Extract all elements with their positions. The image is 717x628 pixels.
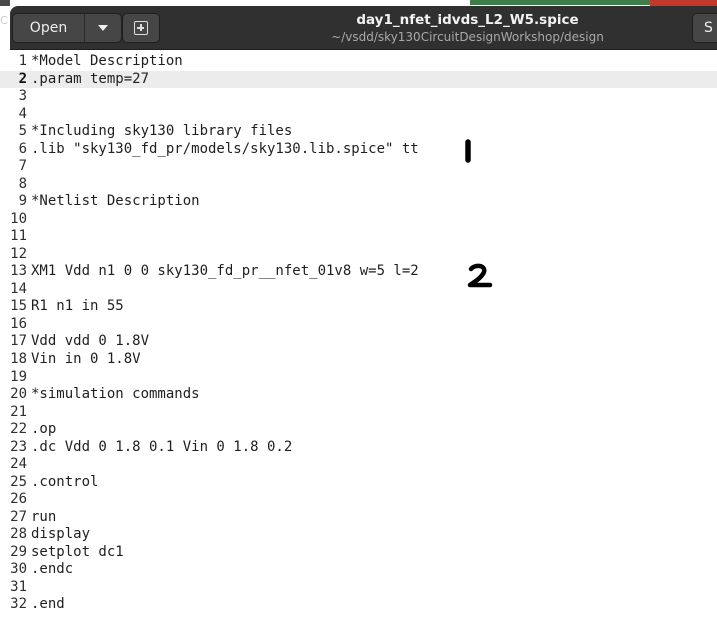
code-line[interactable]: 5 *Including sky130 library files <box>0 123 717 141</box>
background-window-text: C <box>0 14 8 27</box>
line-number: 7 <box>18 158 27 175</box>
code-line[interactable]: 23 .dc Vdd 0 1.8 0.1 Vin 0 1.8 0.2 <box>0 439 717 457</box>
code-text[interactable]: .dc Vdd 0 1.8 0.1 Vin 0 1.8 0.2 <box>31 439 292 457</box>
header-bar: Open day1_nfet_idvds_L2_W5.spice ~/vsdd/… <box>10 6 717 50</box>
line-number: 22 <box>10 421 27 438</box>
code-text[interactable]: .param temp=27 <box>31 71 149 89</box>
code-text[interactable]: .endc <box>31 561 73 579</box>
code-text[interactable]: *simulation commands <box>31 386 200 404</box>
line-number: 27 <box>10 508 27 525</box>
code-line[interactable]: 6 .lib "sky130_fd_pr/models/sky130.lib.sp… <box>0 141 717 159</box>
code-text[interactable]: *Netlist Description <box>31 193 200 211</box>
chevron-down-icon <box>98 25 108 31</box>
line-number: 31 <box>10 578 27 595</box>
code-line[interactable]: 11 <box>0 228 717 246</box>
line-number: 18 <box>10 351 27 367</box>
line-number: 10 <box>10 210 27 227</box>
line-number: 25 <box>10 473 27 490</box>
line-number: 11 <box>10 228 27 245</box>
code-line[interactable]: 8 <box>0 176 717 194</box>
code-line[interactable]: 21 <box>0 404 717 422</box>
line-number: 15 <box>10 298 27 315</box>
code-text[interactable]: .control <box>31 474 98 492</box>
code-line[interactable]: 2 .param temp=27 <box>0 70 717 89</box>
line-number: 6 <box>18 140 27 157</box>
code-line[interactable]: 19 <box>0 369 717 387</box>
code-line[interactable]: 22 .op <box>0 421 717 439</box>
line-number: 2 <box>18 70 27 87</box>
line-number: 30 <box>10 561 27 578</box>
new-tab-icon <box>134 21 148 35</box>
new-tab-button[interactable] <box>122 13 160 43</box>
background-window-edge <box>470 0 650 5</box>
line-number: 16 <box>10 315 27 332</box>
code-line[interactable]: 29 setplot dc1 <box>0 544 717 562</box>
open-recent-dropdown-button[interactable] <box>84 13 122 43</box>
window-subtitle: ~/vsdd/sky130CircuitDesignWorkshop/desig… <box>331 30 604 44</box>
code-text[interactable]: *Model Description <box>31 53 183 71</box>
code-line[interactable]: 31 <box>0 579 717 597</box>
window-title: day1_nfet_idvds_L2_W5.spice <box>356 12 579 28</box>
code-line[interactable]: 30 .endc <box>0 561 717 579</box>
code-line[interactable]: 1 *Model Description <box>0 53 717 71</box>
line-number: 4 <box>18 105 27 122</box>
annotation-stroke-2 <box>467 263 493 288</box>
code-text[interactable]: .end <box>31 596 65 614</box>
line-number: 3 <box>18 88 27 105</box>
line-number: 29 <box>10 543 27 560</box>
line-number: 23 <box>10 438 27 455</box>
code-line[interactable]: 3 <box>0 88 717 106</box>
code-text[interactable]: setplot dc1 <box>31 544 124 562</box>
line-number: 20 <box>10 386 27 403</box>
code-text[interactable]: R1 n1 in 55 <box>31 298 124 316</box>
code-text[interactable]: .lib "sky130_fd_pr/models/sky130.lib.spi… <box>31 141 419 159</box>
code-text[interactable]: run <box>31 509 56 527</box>
line-number: 24 <box>10 456 27 473</box>
code-line[interactable]: 9 *Netlist Description <box>0 193 717 211</box>
background-window-edge <box>0 0 10 6</box>
window-title-block: day1_nfet_idvds_L2_W5.spice ~/vsdd/sky13… <box>270 11 665 45</box>
code-text[interactable]: display <box>31 526 90 544</box>
code-line[interactable]: 13 XM1 Vdd n1 0 0 sky130_fd_pr__nfet_01v8… <box>0 263 717 281</box>
code-line[interactable]: 24 <box>0 456 717 474</box>
annotation-mark-1: 1 <box>465 139 471 163</box>
code-line[interactable]: 20 *simulation commands <box>0 386 717 404</box>
code-text[interactable]: Vin in 0 1.8V <box>31 351 141 369</box>
save-button[interactable]: S <box>692 13 717 43</box>
line-number: 28 <box>10 526 27 543</box>
code-line[interactable]: 4 <box>0 106 717 124</box>
line-number: 32 <box>10 596 27 613</box>
code-line[interactable]: 18 Vin in 0 1.8V <box>0 351 717 369</box>
line-number: 9 <box>18 193 27 210</box>
code-text[interactable]: *Including sky130 library files <box>31 123 292 141</box>
open-button[interactable]: Open <box>12 13 85 43</box>
code-line[interactable]: 7 <box>0 158 717 176</box>
code-line[interactable]: 25 .control <box>0 474 717 492</box>
line-number: 1 <box>18 53 27 69</box>
line-number: 13 <box>10 263 27 280</box>
line-number: 21 <box>10 403 27 420</box>
code-line[interactable]: 15 R1 n1 in 55 <box>0 298 717 316</box>
code-text[interactable]: XM1 Vdd n1 0 0 sky130_fd_pr__nfet_01v8 w… <box>31 263 419 281</box>
annotation-mark-2: 2 <box>467 263 493 288</box>
code-line[interactable]: 32 .end <box>0 596 717 614</box>
code-line[interactable]: 10 <box>0 211 717 229</box>
code-line[interactable]: 17 Vdd vdd 0 1.8V <box>0 333 717 351</box>
code-line[interactable]: 27 run <box>0 509 717 527</box>
line-number: 26 <box>10 491 27 508</box>
code-line[interactable]: 28 display <box>0 526 717 544</box>
line-number: 5 <box>18 123 27 140</box>
text-editor[interactable]: 1 *Model Description 2 .param temp=27 3 4 5 *In… <box>0 50 717 628</box>
line-number: 12 <box>10 245 27 262</box>
code-line[interactable]: 26 <box>0 491 717 509</box>
code-line[interactable]: 16 <box>0 316 717 334</box>
line-number: 8 <box>18 175 27 192</box>
code-line[interactable]: 12 <box>0 246 717 264</box>
code-line[interactable]: 14 <box>0 281 717 299</box>
line-number: 17 <box>10 333 27 350</box>
code-text[interactable]: .op <box>31 421 56 439</box>
line-number: 14 <box>10 280 27 297</box>
code-text[interactable]: Vdd vdd 0 1.8V <box>31 333 149 351</box>
line-number: 19 <box>10 368 27 385</box>
